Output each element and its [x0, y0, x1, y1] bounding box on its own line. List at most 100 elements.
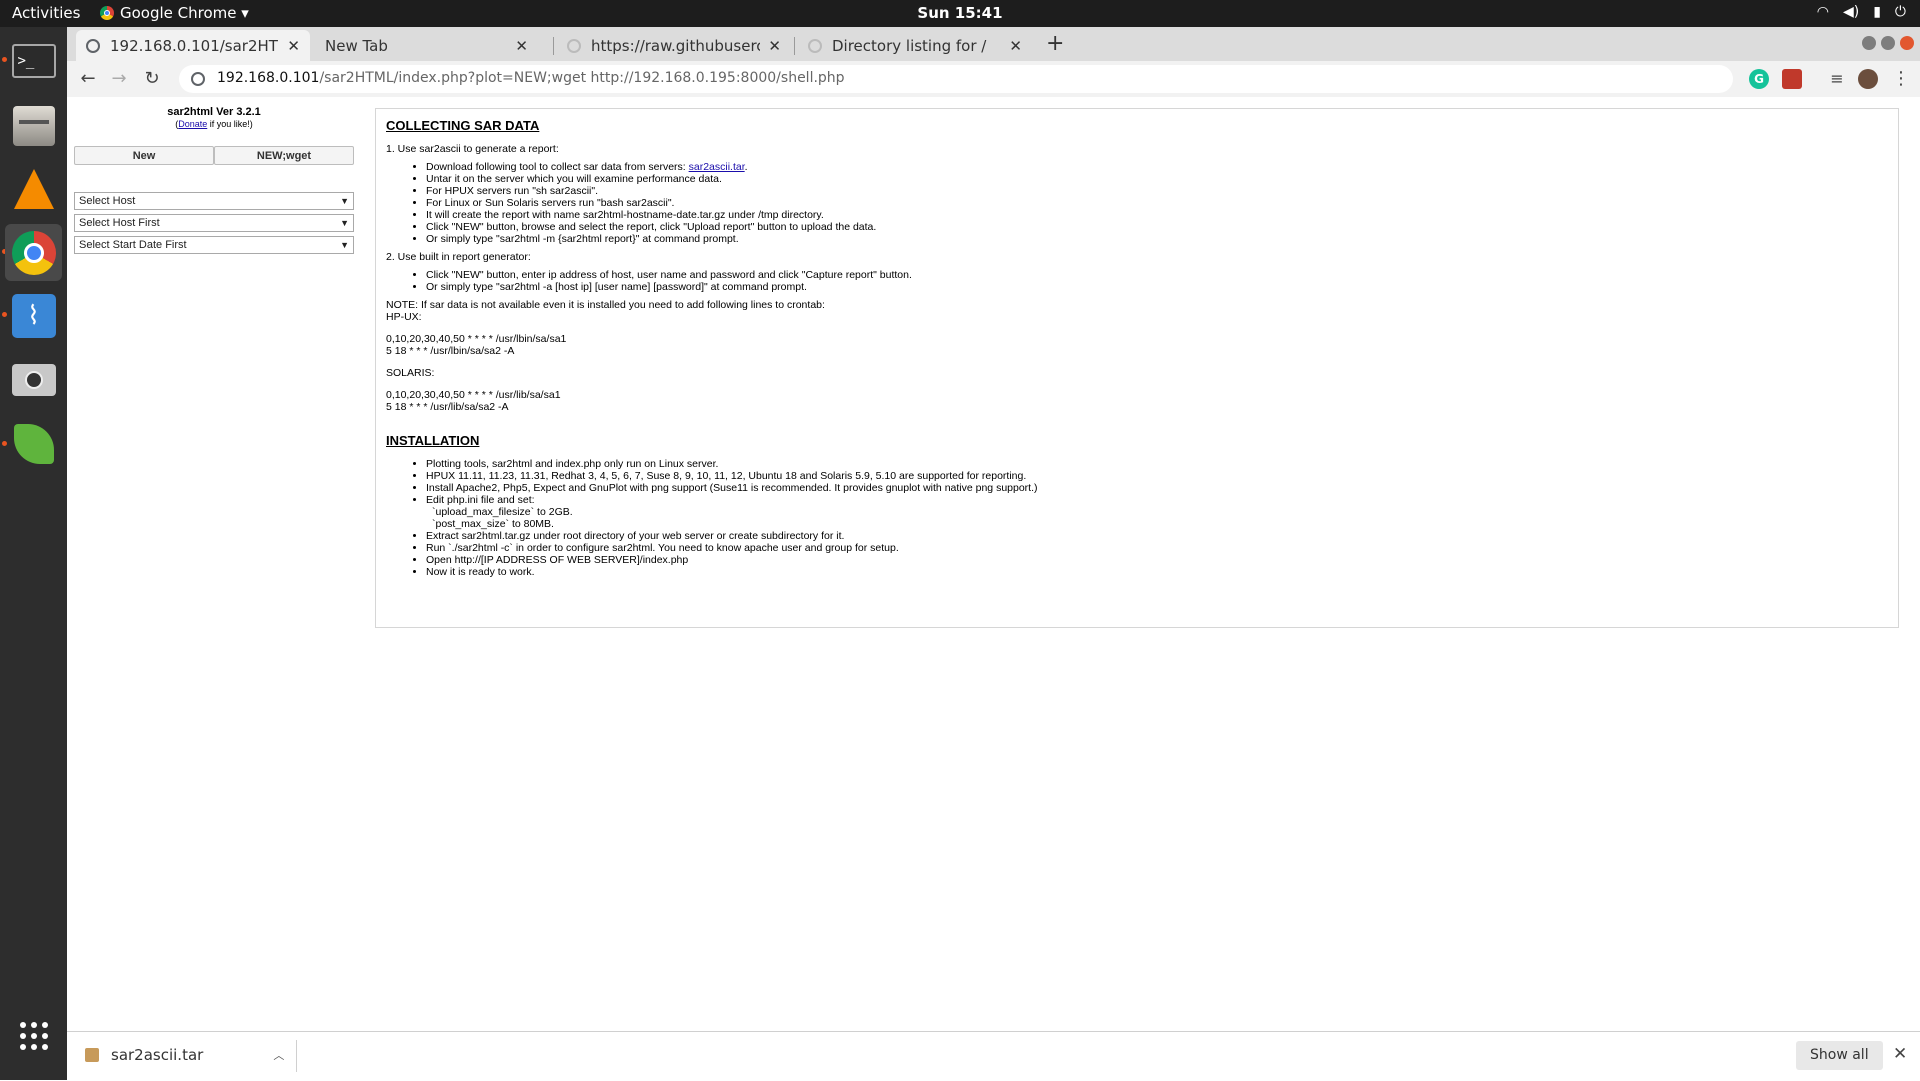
- extension-off-icon[interactable]: [1782, 69, 1802, 89]
- list-item: Install Apache2, Php5, Expect and GnuPlo…: [426, 482, 1888, 494]
- close-tab-icon[interactable]: ✕: [515, 37, 528, 55]
- download-item[interactable]: sar2ascii.tar ︿: [85, 1046, 284, 1064]
- cron-line: 5 18 * * * /usr/lbin/sa/sa2 -A: [386, 345, 515, 357]
- list-item: For HPUX servers run "sh sar2ascii".: [426, 185, 1888, 197]
- list-item: Extract sar2html.tar.gz under root direc…: [426, 530, 1888, 542]
- close-tab-icon[interactable]: ✕: [768, 37, 781, 55]
- step1-list: Download following tool to collect sar d…: [386, 161, 1888, 245]
- hpux-label: HP-UX:: [386, 311, 422, 323]
- tab-separator: [553, 37, 554, 55]
- list-item: Click "NEW" button, enter ip address of …: [426, 269, 1888, 281]
- gnome-top-bar: Activities Google Chrome ▾ Sun 15:41 ◠ ◀…: [0, 0, 1920, 27]
- app-title: sar2html Ver 3.2.1: [167, 106, 261, 118]
- chevron-up-icon[interactable]: ︿: [273, 1047, 284, 1063]
- select-group: Select Host ▼ Select Host First ▼ Select S…: [74, 192, 354, 254]
- list-item: HPUX 11.11, 11.23, 11.31, Redhat 3, 4, 5…: [426, 470, 1888, 482]
- archive-file-icon: [85, 1048, 99, 1062]
- show-all-button[interactable]: Show all: [1796, 1041, 1883, 1070]
- close-window-icon[interactable]: [1900, 36, 1914, 50]
- instructions-panel: COLLECTING SAR DATA 1. Use sar2ascii to …: [375, 108, 1899, 628]
- list-item: Run `./sar2html -c` in order to configur…: [426, 542, 1888, 554]
- download-filename: sar2ascii.tar: [111, 1046, 204, 1064]
- app-menu[interactable]: Google Chrome ▾: [100, 4, 249, 22]
- chrome-icon[interactable]: [5, 224, 62, 281]
- select-start-date[interactable]: Select Start Date First ▼: [74, 236, 354, 254]
- list-item: Or simply type "sar2html -m {sar2html re…: [426, 233, 1888, 245]
- activities-button[interactable]: Activities: [12, 4, 80, 22]
- terminal-icon[interactable]: >_: [5, 32, 62, 89]
- list-item: Now it is ready to work.: [426, 566, 1888, 578]
- grammarly-extension-icon[interactable]: G: [1749, 69, 1769, 89]
- app-menu-label: Google Chrome ▾: [120, 4, 249, 22]
- media-queue-icon[interactable]: ≡: [1827, 69, 1847, 89]
- step2-list: Click "NEW" button, enter ip address of …: [386, 269, 1888, 293]
- camera-icon[interactable]: [5, 351, 62, 408]
- site-info-icon[interactable]: [191, 72, 205, 86]
- tab-title: 192.168.0.101/sar2HTML/: [110, 36, 279, 55]
- select-host-first[interactable]: Select Host First ▼: [74, 214, 354, 232]
- solaris-label: SOLARIS:: [386, 367, 435, 379]
- list-item: It will create the report with name sar2…: [426, 209, 1888, 221]
- button-row: New NEW;wget: [74, 146, 354, 165]
- chrome-menu-icon[interactable]: ⋮: [1891, 69, 1911, 89]
- files-icon[interactable]: [5, 97, 62, 154]
- vlc-icon[interactable]: [5, 160, 62, 217]
- new-button[interactable]: New: [74, 146, 214, 165]
- system-monitor-icon[interactable]: ⌇: [5, 287, 62, 344]
- tab-directory-listing[interactable]: Directory listing for / ✕: [798, 30, 1032, 61]
- show-apps-icon[interactable]: [5, 1007, 62, 1064]
- window-controls: [1862, 36, 1914, 50]
- volume-icon[interactable]: ◀): [1843, 4, 1859, 20]
- dock: >_ ⌇: [0, 27, 67, 1080]
- close-shelf-icon[interactable]: ✕: [1893, 1044, 1907, 1064]
- chrome-app-icon: [100, 6, 114, 20]
- tab-sar2html[interactable]: 192.168.0.101/sar2HTML/ ✕: [76, 30, 310, 61]
- list-item: Click "NEW" button, browse and select th…: [426, 221, 1888, 233]
- tab-strip: 192.168.0.101/sar2HTML/ ✕ New Tab ✕ http…: [67, 27, 1920, 61]
- close-tab-icon[interactable]: ✕: [287, 37, 300, 55]
- browser-toolbar: ← → ↻ 192.168.0.101/sar2HTML/index.php?p…: [67, 61, 1920, 98]
- tab-title: Directory listing for /: [832, 36, 987, 55]
- donate-link[interactable]: Donate: [178, 119, 207, 129]
- dropdown-arrow-icon: ▼: [340, 240, 349, 250]
- step2-text: 2. Use built in report generator:: [386, 251, 531, 263]
- battery-icon[interactable]: ▮: [1873, 4, 1881, 20]
- left-panel: sar2html Ver 3.2.1 (Donate if you like!)…: [74, 106, 354, 258]
- select-host[interactable]: Select Host ▼: [74, 192, 354, 210]
- url-text[interactable]: 192.168.0.101/sar2HTML/index.php?plot=NE…: [217, 70, 845, 86]
- close-tab-icon[interactable]: ✕: [1009, 37, 1022, 55]
- list-item: Edit php.ini file and set:`upload_max_fi…: [426, 494, 1888, 530]
- sar2ascii-link[interactable]: sar2ascii.tar: [689, 161, 745, 173]
- dropdown-arrow-icon: ▼: [340, 218, 349, 228]
- cron-line: 5 18 * * * /usr/lib/sa/sa2 -A: [386, 401, 509, 413]
- cron-line: 0,10,20,30,40,50 * * * * /usr/lbin/sa/sa…: [386, 333, 567, 345]
- back-arrow-icon[interactable]: ←: [76, 67, 100, 91]
- system-tray[interactable]: ◠ ◀) ▮ ⏻: [1817, 4, 1906, 20]
- tab-github-raw[interactable]: https://raw.githubuserco ✕: [557, 30, 791, 61]
- list-item: For Linux or Sun Solaris servers run "ba…: [426, 197, 1888, 209]
- tab-new-tab[interactable]: New Tab ✕: [315, 30, 538, 61]
- address-bar[interactable]: 192.168.0.101/sar2HTML/index.php?plot=NE…: [179, 65, 1733, 93]
- donate-line: (Donate if you like!): [175, 119, 253, 129]
- page-viewport: sar2html Ver 3.2.1 (Donate if you like!)…: [67, 97, 1920, 1031]
- download-shelf: sar2ascii.tar ︿ Show all ✕: [67, 1031, 1920, 1081]
- list-item: Plotting tools, sar2html and index.php o…: [426, 458, 1888, 470]
- new-wget-button[interactable]: NEW;wget: [214, 146, 354, 165]
- minimize-icon[interactable]: [1862, 36, 1876, 50]
- profile-avatar[interactable]: [1858, 69, 1878, 89]
- forward-arrow-icon[interactable]: →: [107, 67, 131, 91]
- step1-text: 1. Use sar2ascii to generate a report:: [386, 143, 559, 155]
- list-item: Download following tool to collect sar d…: [426, 161, 1888, 173]
- page-icon: [567, 38, 581, 53]
- maximize-icon[interactable]: [1881, 36, 1895, 50]
- power-icon[interactable]: ⏻: [1895, 4, 1906, 20]
- reload-icon[interactable]: ↻: [140, 67, 164, 91]
- dropdown-arrow-icon: ▼: [340, 196, 349, 206]
- list-item: Untar it on the server which you will ex…: [426, 173, 1888, 185]
- crontab-note: NOTE: If sar data is not available even …: [386, 299, 825, 311]
- wifi-icon[interactable]: ◠: [1817, 4, 1829, 20]
- new-tab-button[interactable]: +: [1046, 33, 1064, 55]
- tab-title: https://raw.githubuserco: [591, 36, 761, 55]
- clock[interactable]: Sun 15:41: [0, 4, 1920, 22]
- text-editor-icon[interactable]: [5, 415, 62, 472]
